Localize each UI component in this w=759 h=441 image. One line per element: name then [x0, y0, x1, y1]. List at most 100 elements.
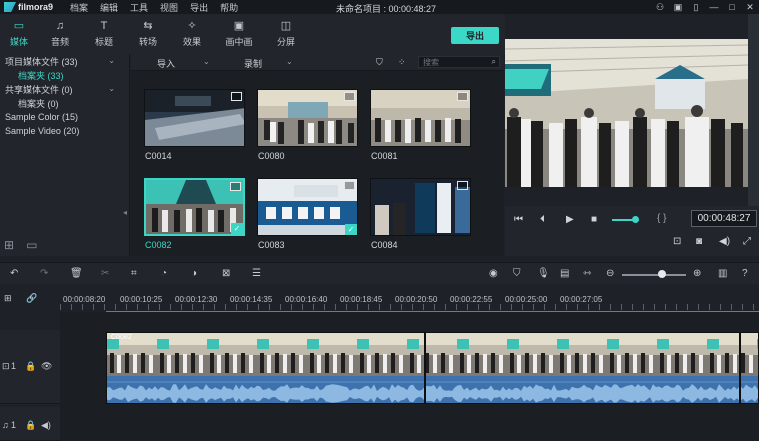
- speed-icon[interactable]: ◔: [161, 268, 167, 279]
- zoom-out-icon[interactable]: ⊖: [606, 268, 614, 279]
- render-icon[interactable]: ◉: [489, 268, 498, 279]
- snap-icon[interactable]: ⇿: [583, 268, 591, 279]
- new-folder-icon[interactable]: ⊞: [4, 238, 14, 252]
- tab-audio[interactable]: ♫ 音频: [38, 14, 82, 54]
- library-shared-media[interactable]: 共享媒体文件 (0) ⌄: [0, 82, 129, 96]
- tab-titles[interactable]: T 标题: [82, 14, 126, 54]
- cut-icon[interactable]: ✂: [101, 268, 109, 279]
- crop-icon[interactable]: ⌗: [131, 268, 137, 279]
- snapshot-icon[interactable]: ◙: [696, 236, 702, 247]
- chevron-down-icon[interactable]: ⌄: [108, 84, 115, 93]
- preview-viewer[interactable]: [505, 39, 748, 187]
- minimize-icon[interactable]: —: [705, 2, 723, 12]
- media-thumb-c0082[interactable]: ✓: [144, 178, 245, 236]
- audio-mixer-icon[interactable]: ☰: [252, 268, 261, 279]
- redo-icon[interactable]: ↷: [40, 268, 48, 279]
- import-button[interactable]: 导入: [157, 57, 175, 70]
- undo-icon[interactable]: ↶: [10, 268, 18, 279]
- tab-media[interactable]: ▭ 媒体: [0, 14, 38, 54]
- tab-pip[interactable]: ▣ 画中画: [214, 14, 264, 54]
- playback-handle[interactable]: [632, 216, 639, 223]
- add-track-icon[interactable]: ⊞: [4, 293, 12, 304]
- timeline-ruler[interactable]: ⊞ 🔗 00:00:08:20 00:00:10:25 00:00:12:30 …: [0, 284, 759, 312]
- zoom-handle[interactable]: [658, 270, 666, 278]
- search-icon[interactable]: ⌕: [492, 57, 496, 67]
- library-item-label: 共享媒体文件 (0): [5, 84, 73, 95]
- menu-tools[interactable]: 工具: [126, 1, 156, 14]
- media-thumb-c0081[interactable]: [370, 89, 471, 147]
- save-icon[interactable]: ▣: [669, 2, 687, 13]
- layout-icon[interactable]: ▥: [718, 268, 727, 279]
- tab-effects[interactable]: ✧ 效果: [170, 14, 214, 54]
- clip-name: C0084: [371, 240, 398, 250]
- tab-titles-label: 标题: [94, 36, 113, 47]
- video-badge-icon: [230, 182, 241, 191]
- menu-export[interactable]: 导出: [186, 1, 216, 14]
- microphone-icon[interactable]: 🎙: [537, 268, 550, 279]
- color-icon[interactable]: ◑: [191, 268, 197, 279]
- clip-audio-waveform: [107, 376, 758, 403]
- eye-icon[interactable]: 👁: [41, 361, 52, 372]
- thumb-image: [258, 90, 357, 146]
- menu-edit[interactable]: 编辑: [96, 1, 126, 14]
- volume-icon[interactable]: ◀): [719, 236, 730, 247]
- library-item-label: 档案夹 (33): [18, 70, 64, 81]
- record-button[interactable]: 录制: [244, 57, 262, 70]
- skip-back-icon[interactable]: ⏮: [514, 214, 523, 225]
- notify-icon[interactable]: ▯: [687, 2, 705, 13]
- library-footer: ⊞ ▭: [4, 238, 37, 252]
- voiceover-icon[interactable]: ▤: [560, 268, 569, 279]
- close-icon[interactable]: ✕: [741, 2, 759, 13]
- ruler-time: 00:00:12:30: [175, 295, 218, 304]
- menu-view[interactable]: 视图: [156, 1, 186, 14]
- library-sample-video[interactable]: Sample Video (20): [0, 124, 129, 138]
- media-thumb-c0014[interactable]: [144, 89, 245, 147]
- export-button[interactable]: 导出: [451, 27, 499, 44]
- link-icon[interactable]: 🔗: [26, 293, 37, 304]
- play-icon[interactable]: ▶: [566, 214, 574, 225]
- step-back-icon[interactable]: ⏴: [540, 214, 545, 225]
- delete-icon[interactable]: 🗑: [70, 268, 83, 279]
- preview-frame: [505, 39, 748, 187]
- speaker-icon[interactable]: ◀): [41, 420, 51, 431]
- marker-icon[interactable]: ⛉: [513, 268, 521, 279]
- media-thumb-c0084[interactable]: [370, 178, 471, 236]
- library-folder-shared[interactable]: 档案夹 (0): [0, 96, 129, 110]
- tab-audio-label: 音频: [50, 36, 69, 47]
- maximize-icon[interactable]: □: [723, 2, 741, 12]
- help-icon[interactable]: ?: [742, 268, 748, 279]
- search-input[interactable]: 搜索 ⌕: [418, 56, 500, 68]
- chevron-down-icon[interactable]: ⌄: [108, 56, 115, 65]
- collapse-panel-icon[interactable]: ◂: [123, 208, 127, 217]
- menu-help[interactable]: 帮助: [216, 1, 246, 14]
- library-sample-color[interactable]: Sample Color (15): [0, 110, 129, 124]
- video-badge-icon: [344, 181, 355, 190]
- tab-split-screen[interactable]: ◫ 分屏: [264, 14, 308, 54]
- tab-transitions[interactable]: ⇆ 转场: [126, 14, 170, 54]
- chevron-down-icon[interactable]: ⌄: [203, 57, 210, 66]
- user-icon[interactable]: ⚇: [651, 2, 669, 13]
- lock-icon[interactable]: 🔒: [25, 420, 36, 431]
- ruler-left-controls: ⊞ 🔗: [0, 284, 60, 312]
- timeline-clip[interactable]: C0082: [106, 332, 759, 404]
- folder-icon[interactable]: ▭: [26, 238, 37, 252]
- chevron-down-icon[interactable]: ⌄: [286, 57, 293, 66]
- stop-icon[interactable]: ■: [591, 214, 597, 225]
- fullscreen-icon[interactable]: ⤢: [743, 236, 751, 247]
- zoom-slider[interactable]: [622, 274, 686, 276]
- mark-in-out-icon[interactable]: { }: [657, 213, 666, 224]
- ruler-time: 00:00:08:20: [63, 295, 106, 304]
- menu-file[interactable]: 档案: [66, 1, 96, 14]
- display-settings-icon[interactable]: ⊡: [673, 236, 681, 247]
- filter-icon[interactable]: ⛉: [376, 57, 383, 68]
- preview-timecode: 00:00:48:27: [691, 210, 757, 227]
- library-project-media[interactable]: 项目媒体文件 (33) ⌄: [0, 54, 129, 68]
- green-screen-icon[interactable]: ⊠: [222, 268, 230, 279]
- media-thumb-c0080[interactable]: [257, 89, 358, 147]
- media-thumb-c0083[interactable]: ✓: [257, 178, 358, 236]
- zoom-in-icon[interactable]: ⊕: [693, 268, 701, 279]
- grid-view-icon[interactable]: ⁘: [398, 57, 406, 68]
- library-folder-project[interactable]: 档案夹 (33): [0, 68, 129, 82]
- ruler-time: 00:00:20:50: [395, 295, 438, 304]
- lock-icon[interactable]: 🔒: [25, 361, 36, 372]
